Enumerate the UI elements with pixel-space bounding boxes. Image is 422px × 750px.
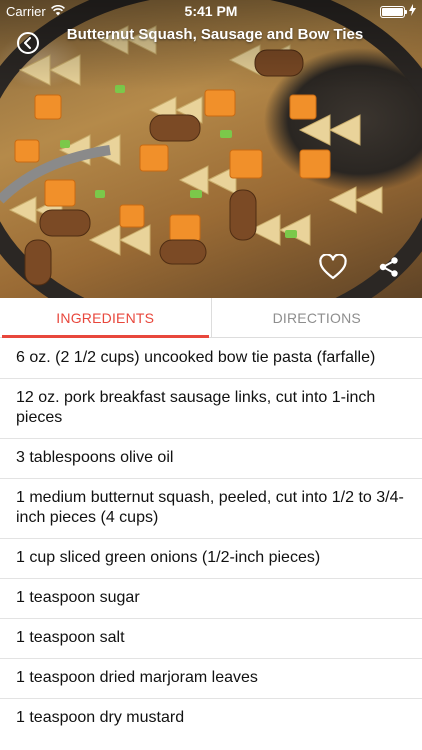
ingredient-item: 1 medium butternut squash, peeled, cut i… [0,479,422,539]
share-button[interactable] [378,256,400,278]
battery-level [382,7,403,16]
ingredient-item: 1 teaspoon dried marjoram leaves [0,659,422,699]
ingredient-item: 1 cup sliced green onions (1/2-inch piec… [0,539,422,579]
chevron-left-icon [24,37,31,49]
page-title: Butternut Squash, Sausage and Bow Ties [66,26,364,43]
tab-directions[interactable]: DIRECTIONS [210,298,422,337]
ingredient-item: 1 teaspoon salt [0,619,422,659]
charging-bolt-icon [409,4,416,19]
status-bar: Carrier 5:41 PM [0,0,422,22]
favorite-button[interactable] [319,253,347,280]
ingredients-list: 6 oz. (2 1/2 cups) uncooked bow tie past… [0,339,422,738]
ingredient-item: 12 oz. pork breakfast sausage links, cut… [0,379,422,439]
recipe-hero-image [0,0,422,298]
status-right [380,4,416,19]
heart-icon [319,253,347,280]
share-icon [379,257,398,277]
tab-ingredients[interactable]: INGREDIENTS [0,298,211,338]
recipe-tabs: INGREDIENTS DIRECTIONS [0,298,422,338]
status-time: 5:41 PM [184,3,238,19]
ingredient-item: 6 oz. (2 1/2 cups) uncooked bow tie past… [0,339,422,379]
back-button[interactable] [17,32,39,54]
ingredient-item: 1 teaspoon dry mustard [16,709,185,726]
ingredient-item: 3 tablespoons olive oil [0,439,422,479]
ingredient-item: 1 teaspoon sugar [0,579,422,619]
battery-icon [380,5,407,18]
